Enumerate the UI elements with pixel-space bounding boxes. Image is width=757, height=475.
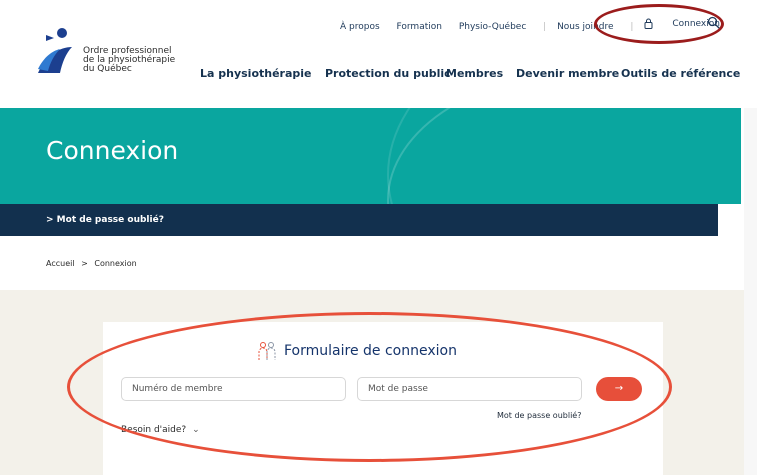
breadcrumb-home[interactable]: Accueil <box>46 259 75 268</box>
scrollbar[interactable] <box>744 108 757 475</box>
main-nav-devenir-membre[interactable]: Devenir membre <box>516 67 619 80</box>
main-nav-physiotherapie[interactable]: La physiothérapie <box>200 67 312 80</box>
sub-bar: > Mot de passe oublié? <box>0 204 718 236</box>
forgot-password-bar-link[interactable]: > Mot de passe oublié? <box>46 215 164 225</box>
logo-text: Ordre professionnel de la physiothérapie… <box>83 47 175 74</box>
top-nav-formation[interactable]: Formation <box>397 22 442 32</box>
annotation-ellipse-connexion <box>594 4 724 44</box>
breadcrumb-separator: > <box>81 259 88 268</box>
breadcrumb-current: Connexion <box>94 259 137 268</box>
logo-icon <box>38 28 72 73</box>
top-nav-divider: | <box>543 22 547 32</box>
annotation-ellipse-form <box>67 312 672 462</box>
main-nav-membres[interactable]: Membres <box>446 67 503 80</box>
breadcrumb: Accueil > Connexion <box>46 259 137 268</box>
site-header: Ordre professionnel de la physiothérapie… <box>0 0 757 108</box>
site-logo[interactable]: Ordre professionnel de la physiothérapie… <box>36 25 186 85</box>
hero-decoration <box>387 108 741 204</box>
main-nav-protection-public[interactable]: Protection du public <box>325 67 451 80</box>
page-title: Connexion <box>46 136 179 165</box>
hero-banner: Connexion <box>0 108 741 204</box>
top-nav-a-propos[interactable]: À propos <box>340 22 380 32</box>
main-nav-outils-reference[interactable]: Outils de référence <box>621 67 740 80</box>
logo-line-3: du Québec <box>83 64 132 74</box>
top-nav-physio-quebec[interactable]: Physio-Québec <box>459 22 526 32</box>
